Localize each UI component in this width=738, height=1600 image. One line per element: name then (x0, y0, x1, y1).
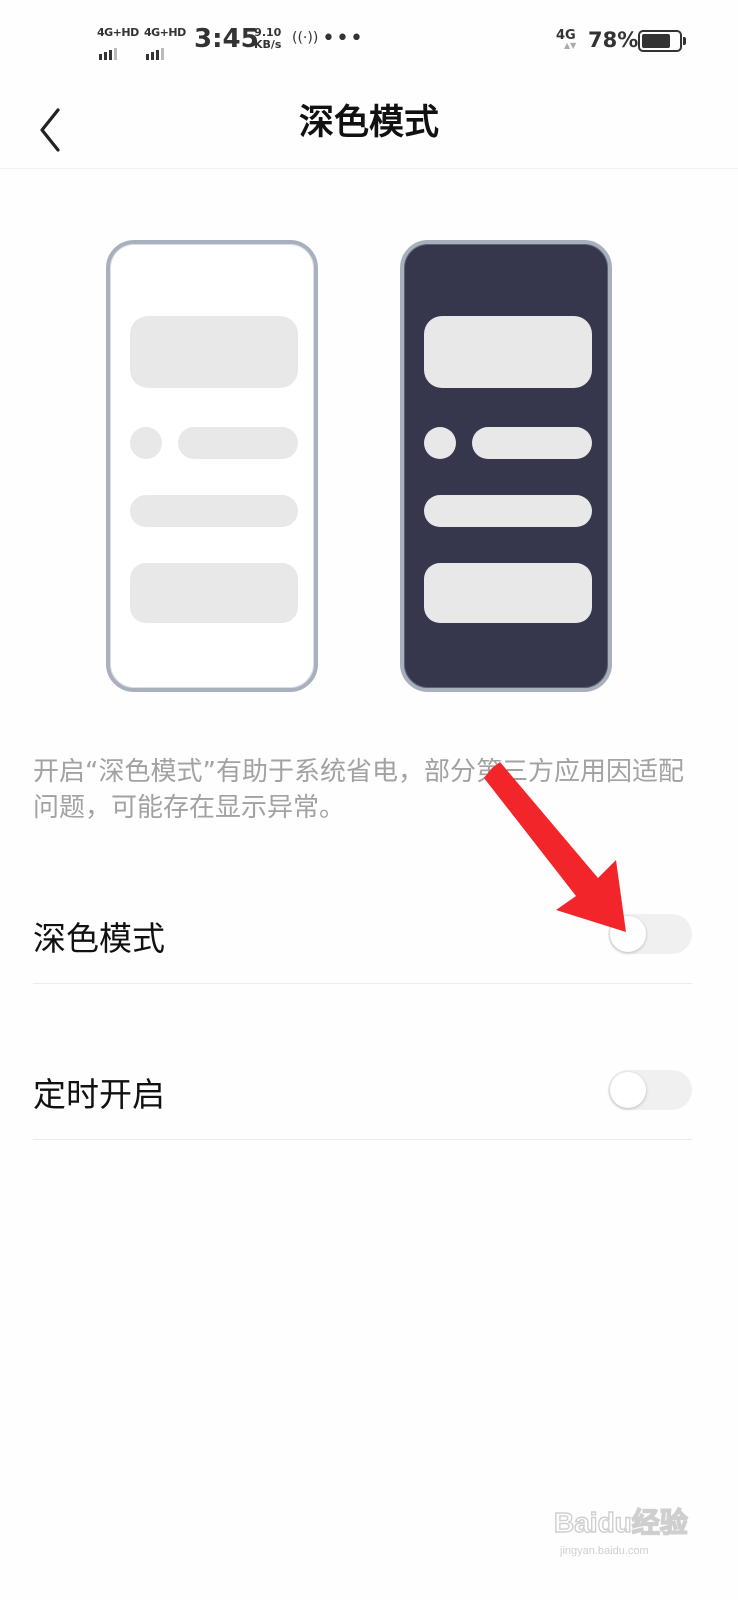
status-time: 3:45 (194, 24, 259, 54)
more-notifications-icon: ••• (322, 26, 364, 51)
light-mode-preview (106, 240, 318, 692)
status-bar: 4G+HD 4G+HD 3:45 9.10 KB/s ((·)) ••• 4G ▲… (0, 0, 738, 80)
dark-mode-label: 深色模式 (33, 919, 165, 958)
scheduled-on-label: 定时开启 (33, 1075, 165, 1114)
page-title: 深色模式 (298, 103, 439, 143)
svg-text:jingyan.baidu.com: jingyan.baidu.com (559, 1545, 649, 1557)
scheduled-on-row[interactable]: 定时开启 (33, 1040, 692, 1140)
sim1-network-label: 4G+HD (97, 26, 139, 39)
title-bar: 深色模式 (0, 80, 738, 169)
dark-mode-preview (400, 240, 612, 692)
battery-fill (642, 34, 670, 48)
network-speed: 9.10 KB/s (254, 27, 281, 51)
battery-percent: 78% (588, 28, 639, 52)
sim1-signal-icon: 4G+HD (97, 26, 139, 60)
dark-mode-description: 开启“深色模式”有助于系统省电，部分第三方应用因适配问题，可能存在显示异常。 (33, 757, 684, 823)
battery-icon (638, 30, 686, 52)
dark-mode-toggle[interactable] (608, 914, 692, 954)
scheduled-on-toggle[interactable] (608, 1070, 692, 1110)
svg-text:Baidu经验: Baidu经验 (554, 1506, 688, 1538)
dark-mode-row[interactable]: 深色模式 (33, 884, 692, 984)
baidu-watermark: Baidu经验 jingyan.baidu.com (552, 1500, 722, 1560)
data-network-icon: 4G ▲▼ (556, 28, 577, 50)
speed-unit: KB/s (254, 38, 282, 51)
sim2-signal-icon: 4G+HD (144, 26, 186, 60)
sim2-network-label: 4G+HD (144, 26, 186, 39)
hotspot-icon: ((·)) (292, 30, 319, 46)
